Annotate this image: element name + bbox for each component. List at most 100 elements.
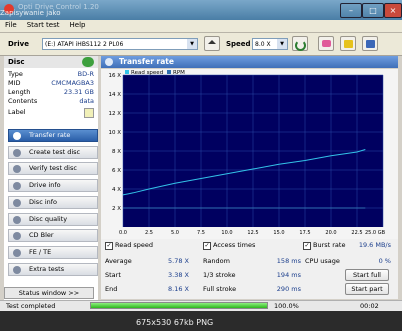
nav-disc-quality[interactable]: Disc quality xyxy=(8,213,98,226)
burst-rate-label: Burst rate xyxy=(313,241,346,249)
fe-te-icon xyxy=(13,249,21,257)
minimize-button[interactable]: – xyxy=(340,3,362,18)
y-tick-label: 6 X xyxy=(112,168,121,174)
close-button[interactable]: × xyxy=(384,3,402,18)
legend-swatch-read-speed xyxy=(125,70,129,74)
start-full-button[interactable]: Start full xyxy=(345,269,389,281)
cpu-usage-value: 0 % xyxy=(378,257,391,265)
verify-disc-icon xyxy=(13,165,21,173)
save-icon xyxy=(365,40,375,48)
app-window: Opti Drive Control 1.20 Zapisywanie jako… xyxy=(0,0,402,331)
menu-start-test[interactable]: Start test xyxy=(22,20,65,29)
toolbar: Drive (E:) ATAPI iHBS112 2 PL06 ▼ Speed … xyxy=(0,33,402,56)
cd-bler-icon xyxy=(13,232,21,240)
copy-button[interactable] xyxy=(340,36,356,51)
nav-cd-bler[interactable]: CD Bler xyxy=(8,229,98,242)
x-tick-label: 15.0 xyxy=(273,230,284,236)
disc-quality-icon xyxy=(13,216,21,224)
x-tick-label: 22.5 xyxy=(351,230,362,236)
disc-label-key: Label xyxy=(8,108,26,116)
left-pane: Disc Type BD-R MID CMCMAGBA3 Length 23.3… xyxy=(4,56,98,300)
image-footer: 675x530 67kb PNG xyxy=(0,311,402,331)
nav-create-test-disc[interactable]: Create test disc xyxy=(8,146,98,159)
transfer-rate-icon xyxy=(13,132,21,140)
speed-select-value: 8.0 X xyxy=(255,41,271,48)
eraser-icon xyxy=(321,40,331,47)
start-part-button[interactable]: Start part xyxy=(345,283,389,295)
y-tick-label: 10 X xyxy=(108,130,121,136)
end-value: 8.16 X xyxy=(168,285,189,293)
random-value: 158 ms xyxy=(276,257,301,265)
nav-label: Verify test disc xyxy=(29,164,77,172)
third-stroke-value: 194 ms xyxy=(276,271,301,279)
menu-file[interactable]: File xyxy=(0,20,22,29)
refresh-icon[interactable] xyxy=(82,57,94,67)
drive-select-value: (E:) ATAPI iHBS112 2 PL06 xyxy=(45,41,124,48)
x-tick-label: 17.5 xyxy=(299,230,310,236)
nav-label: FE / TE xyxy=(29,248,52,256)
speed-select[interactable]: 8.0 X ▼ xyxy=(252,38,288,50)
refresh-button[interactable] xyxy=(292,36,308,51)
x-tick-label: 12.5 xyxy=(247,230,258,236)
nav-drive-info[interactable]: Drive info xyxy=(8,179,98,192)
status-window-button[interactable]: Status window >> xyxy=(4,287,94,299)
x-tick-label: 2.5 xyxy=(145,230,153,236)
y-tick-label: 2 X xyxy=(112,206,121,212)
disc-type-value: BD-R xyxy=(77,70,94,78)
average-label: Average xyxy=(105,257,132,265)
panel-title-bar: Transfer rate xyxy=(101,56,398,68)
disc-length-row: Length 23.31 GB xyxy=(8,88,96,97)
chevron-down-icon: ▼ xyxy=(187,39,197,49)
drive-select[interactable]: (E:) ATAPI iHBS112 2 PL06 ▼ xyxy=(42,38,198,50)
burst-rate-checkbox[interactable]: ✓ xyxy=(303,242,311,250)
nav-verify-test-disc[interactable]: Verify test disc xyxy=(8,162,98,175)
y-tick-label: 12 X xyxy=(108,111,121,117)
access-times-label: Access times xyxy=(213,241,256,249)
legend-rpm: RPM xyxy=(173,70,185,76)
nav-extra-tests[interactable]: Extra tests xyxy=(8,263,98,276)
maximize-button[interactable]: □ xyxy=(362,3,384,18)
progress-bar xyxy=(90,302,268,309)
start-label: Start xyxy=(105,271,121,279)
nav-disc-info[interactable]: Disc info xyxy=(8,196,98,209)
disc-mid-row: MID CMCMAGBA3 xyxy=(8,79,96,88)
erase-button[interactable] xyxy=(318,36,334,51)
save-button[interactable] xyxy=(362,36,378,51)
read-speed-label: Read speed xyxy=(115,241,154,249)
nav-label: Transfer rate xyxy=(29,131,71,139)
elapsed-time: 00:02 xyxy=(360,302,379,310)
nav-transfer-rate[interactable]: Transfer rate xyxy=(8,129,98,142)
x-tick-label: 5.0 xyxy=(171,230,179,236)
copy-icon xyxy=(343,40,353,48)
nav-label: Create test disc xyxy=(29,148,81,156)
transfer-rate-icon xyxy=(105,58,113,66)
access-times-checkbox[interactable]: ✓ xyxy=(203,242,211,250)
transfer-rate-chart: 16 X 14 X 12 X 10 X 8 X 6 X 4 X 2 X 0.0 2.5 5.0 7.… xyxy=(101,69,398,241)
panel-title: Transfer rate xyxy=(119,57,174,66)
x-tick-label: 10.0 xyxy=(221,230,232,236)
legend-swatch-rpm xyxy=(167,70,171,74)
x-tick-label: 25.0 GB xyxy=(365,230,386,236)
nav-label: Disc quality xyxy=(29,215,68,223)
y-tick-label: 16 X xyxy=(108,73,121,79)
footer-text: 675x530 67kb PNG xyxy=(136,318,214,327)
stats-panel: ✓ Read speed ✓ Access times ✓ Burst rate… xyxy=(101,239,398,299)
nav-fe-te[interactable]: FE / TE xyxy=(8,246,98,259)
third-stroke-label: 1/3 stroke xyxy=(203,271,236,279)
disc-type-key: Type xyxy=(8,70,23,78)
disc-contents-value: data xyxy=(79,97,94,105)
full-stroke-value: 290 ms xyxy=(276,285,301,293)
speed-label: Speed xyxy=(226,40,251,48)
drive-info-icon xyxy=(13,182,21,190)
legend-read-speed: Read speed xyxy=(131,70,163,76)
disc-length-key: Length xyxy=(8,88,31,96)
x-tick-label: 7.5 xyxy=(197,230,205,236)
x-tick-label: 0.0 xyxy=(119,230,127,236)
full-stroke-label: Full stroke xyxy=(203,285,237,293)
random-label: Random xyxy=(203,257,230,265)
eject-button[interactable] xyxy=(204,36,220,51)
read-speed-checkbox[interactable]: ✓ xyxy=(105,242,113,250)
menu-help[interactable]: Help xyxy=(65,20,91,29)
label-edit-icon[interactable] xyxy=(84,108,94,118)
y-tick-label: 8 X xyxy=(112,149,121,155)
